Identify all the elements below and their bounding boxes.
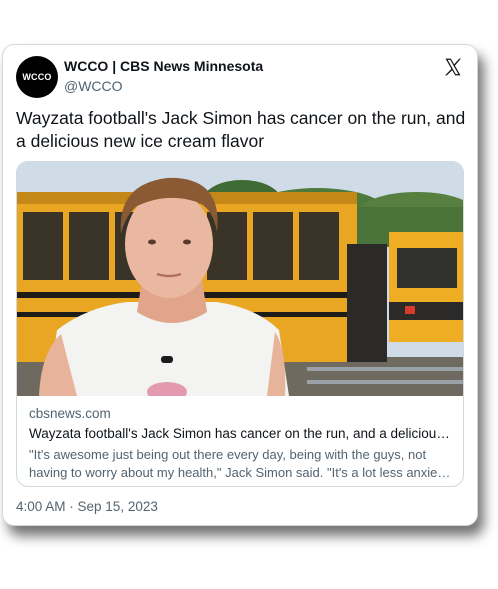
link-description: "It's awesome just being out there every… (29, 447, 448, 480)
tweet-timestamp[interactable]: 4:00 AM · Sep 15, 2023 (16, 499, 158, 514)
tweet-text: Wayzata football's Jack Simon has cancer… (16, 108, 466, 151)
link-domain: cbsnews.com (29, 406, 111, 421)
author-name[interactable]: WCCO | CBS News Minnesota (64, 58, 263, 74)
avatar[interactable]: WCCO (16, 56, 58, 98)
article-photo[interactable] (17, 162, 463, 396)
x-logo-icon[interactable] (443, 57, 463, 77)
link-preview-card[interactable]: cbsnews.com Wayzata football's Jack Simo… (16, 161, 464, 487)
tweet-card[interactable]: WCCO WCCO | CBS News Minnesota @WCCO Way… (2, 44, 478, 526)
link-title[interactable]: Wayzata football's Jack Simon has cancer… (29, 426, 454, 441)
author-handle[interactable]: @WCCO (64, 78, 123, 94)
